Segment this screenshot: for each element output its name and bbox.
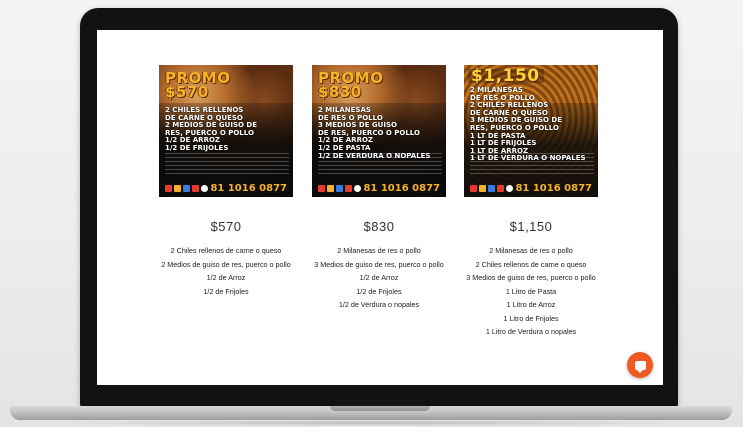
description-line: 1 Litro de Verdura o nopales (485, 327, 577, 336)
promo-line: 2 CHILES RELLENOS (165, 107, 244, 114)
promo-line: 1 LT DE FRIJOLES (470, 140, 537, 148)
promo-phone: 81 1016 0877 (506, 183, 592, 194)
promo-line: 2 MILANESAS (470, 87, 523, 94)
promo-phone: 81 1016 0877 (354, 183, 440, 194)
promo-fine-print (470, 153, 594, 177)
description-line: 2 Milanesas de res o pollo (489, 246, 573, 255)
promo-tag: $1,150 (468, 68, 544, 85)
social-icons (318, 185, 352, 192)
promo-line: DE RES O POLLO (470, 94, 535, 102)
product-price: $830 (363, 219, 395, 234)
promo-tag: PROMO $570 (165, 69, 231, 101)
description-line: 3 Medios de guiso de res, puerco o pollo (314, 259, 444, 269)
description-line: 2 Chiles rellenos de carne o queso (170, 246, 282, 255)
description-line: 1/2 de Arroz (359, 273, 399, 282)
promo-line: RES, PUERCO O POLLO (470, 124, 559, 132)
chat-button[interactable] (627, 352, 653, 378)
promo-line: RES, PUERCO O POLLO (165, 129, 254, 137)
product-description: 2 Chiles rellenos de carne o queso 2 Med… (151, 244, 301, 298)
promo-line: 3 MEDIOS DE GUISO (318, 122, 397, 130)
promo-line: 3 MEDIOS DE GUISO DE (470, 117, 562, 125)
promo-line: DE RES O POLLO (318, 114, 383, 122)
description-line: 1/2 de Verdura o nopales (338, 300, 420, 309)
description-line: 1 Litro de Frijoles (503, 313, 559, 323)
promo-line: 2 MILANESAS (318, 107, 371, 114)
laptop-shadow (40, 420, 700, 426)
product-card[interactable]: PROMO $830 2 MILANESAS DE RES O POLLO 3 … (312, 65, 446, 312)
promo-line: 2 MEDIOS DE GUISO DE (165, 122, 257, 130)
promo-line: 1 LT DE PASTA (470, 132, 526, 140)
promo-tag: PROMO $830 (318, 69, 384, 101)
promo-phone: 81 1016 0877 (201, 183, 287, 194)
chat-bubble-icon (634, 360, 646, 373)
product-card[interactable]: $1,150 2 MILANESAS DE RES O POLLO 2 CHIL… (464, 65, 598, 339)
promo-line: 1/2 DE FRIJOLES (165, 144, 229, 152)
promo-line: 1/2 DE ARROZ (318, 137, 373, 145)
promo-lines: 2 MILANESAS DE RES O POLLO 2 CHILES RELL… (470, 87, 594, 163)
promo-line: DE CARNE O QUESO (470, 109, 548, 117)
promo-line: 1/2 DE PASTA (318, 144, 371, 152)
social-icons (470, 185, 504, 192)
product-price: $570 (210, 219, 242, 234)
whatsapp-icon (201, 184, 209, 192)
description-line: 1/2 de Frijoles (356, 286, 402, 296)
promo-fine-print (165, 153, 289, 177)
whatsapp-icon (354, 184, 362, 192)
laptop-base-notch (330, 406, 430, 411)
promo-image[interactable]: $1,150 2 MILANESAS DE RES O POLLO 2 CHIL… (464, 65, 598, 197)
promo-image[interactable]: PROMO $570 2 CHILES RELLENOS DE CARNE O … (159, 65, 293, 197)
description-line: 1 Litro de Pasta (505, 286, 557, 296)
description-line: 1/2 de Arroz (206, 273, 246, 282)
product-price: $1,150 (509, 219, 553, 234)
description-line: 3 Medios de guiso de res, puerco o pollo (466, 273, 596, 282)
description-line: 1 Litro de Arroz (506, 300, 556, 309)
promo-line: 1/2 DE ARROZ (165, 137, 220, 145)
whatsapp-icon (506, 184, 514, 192)
promo-line: DE CARNE O QUESO (165, 114, 243, 122)
promo-lines: 2 CHILES RELLENOS DE CARNE O QUESO 2 MED… (165, 107, 289, 153)
description-line: 2 Milanesas de res o pollo (337, 246, 421, 255)
description-line: 2 Medios de guiso de res, puerco o pollo (161, 259, 291, 269)
promo-line: 2 CHILES RELLENOS (470, 102, 549, 110)
promo-fine-print (318, 153, 442, 177)
social-icons (165, 185, 199, 192)
promo-line: DE RES, PUERCO O POLLO (318, 129, 420, 137)
laptop-screen: PROMO $570 2 CHILES RELLENOS DE CARNE O … (97, 30, 663, 385)
promo-image[interactable]: PROMO $830 2 MILANESAS DE RES O POLLO 3 … (312, 65, 446, 197)
description-line: 1/2 de Frijoles (203, 286, 249, 296)
product-description: 2 Milanesas de res o pollo 2 Chiles rell… (456, 244, 606, 339)
product-card[interactable]: PROMO $570 2 CHILES RELLENOS DE CARNE O … (159, 65, 293, 298)
product-description: 2 Milanesas de res o pollo 3 Medios de g… (304, 244, 454, 312)
description-line: 2 Chiles rellenos de carne o queso (475, 259, 587, 269)
